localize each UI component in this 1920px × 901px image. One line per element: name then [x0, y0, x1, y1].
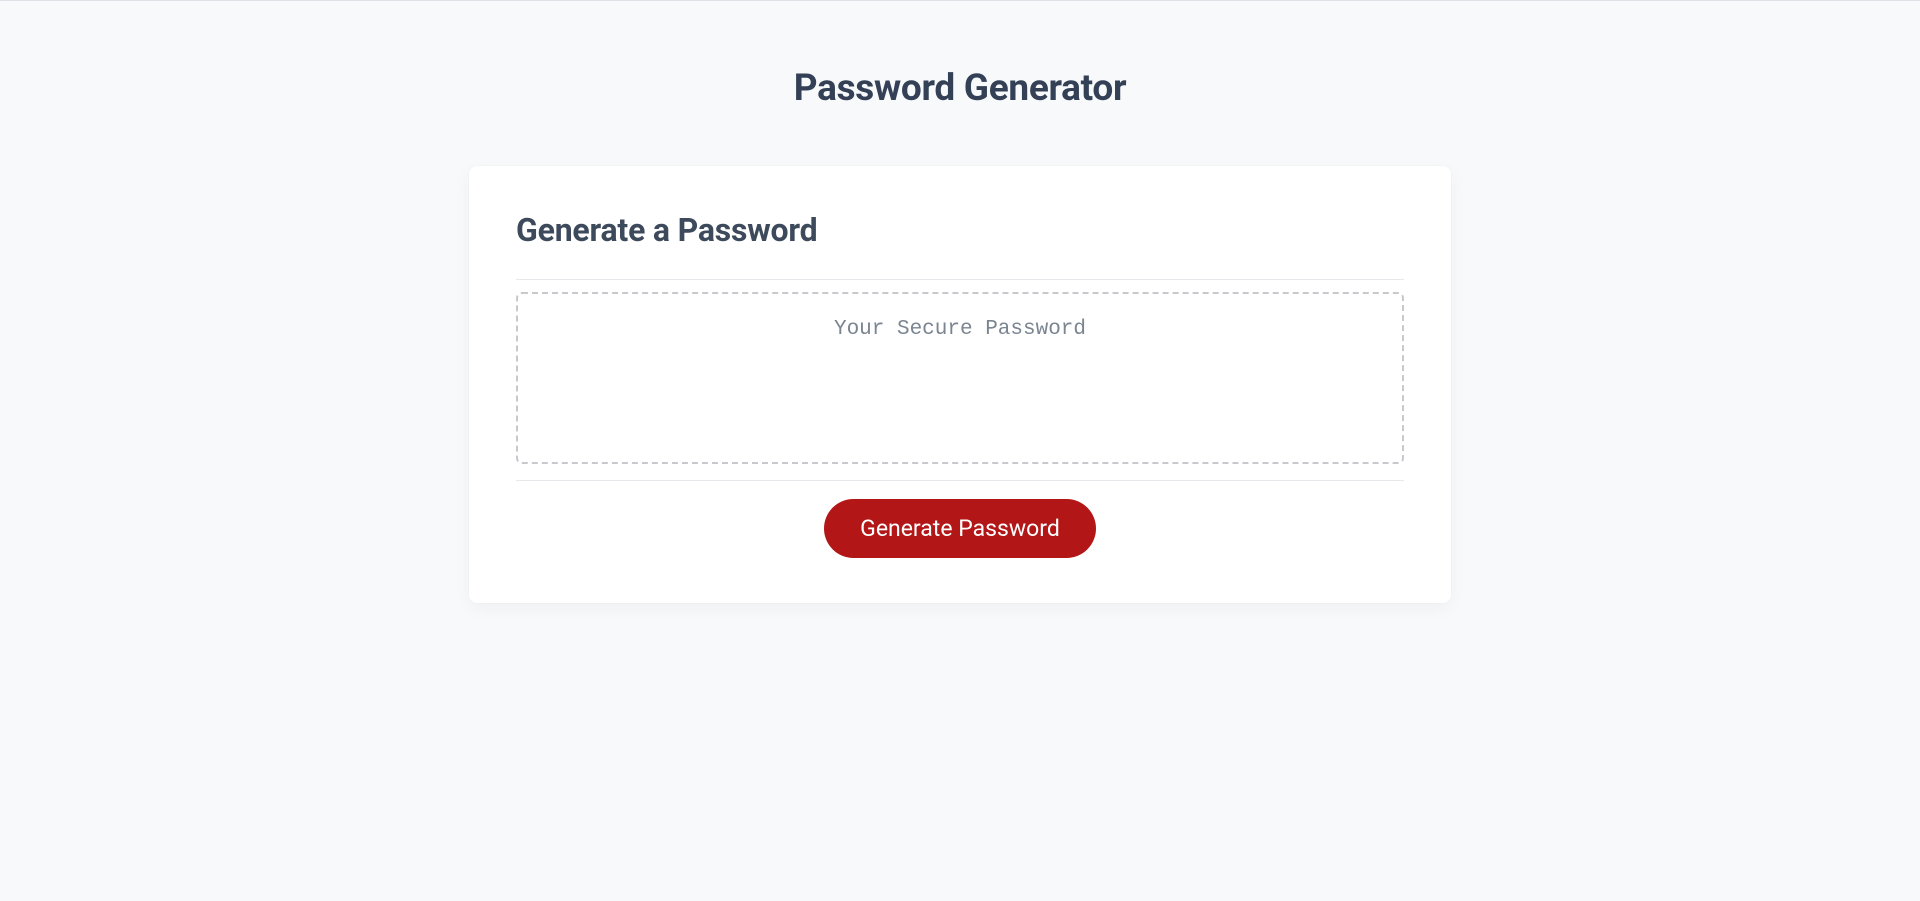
output-section: [516, 280, 1404, 481]
page-title: Password Generator: [794, 67, 1127, 110]
generator-card: Generate a Password Generate Password: [469, 166, 1451, 603]
button-row: Generate Password: [516, 481, 1404, 558]
password-output[interactable]: [516, 292, 1404, 464]
card-heading: Generate a Password: [516, 211, 1404, 280]
generate-password-button[interactable]: Generate Password: [824, 499, 1096, 558]
main-wrapper: Password Generator Generate a Password G…: [0, 1, 1920, 603]
